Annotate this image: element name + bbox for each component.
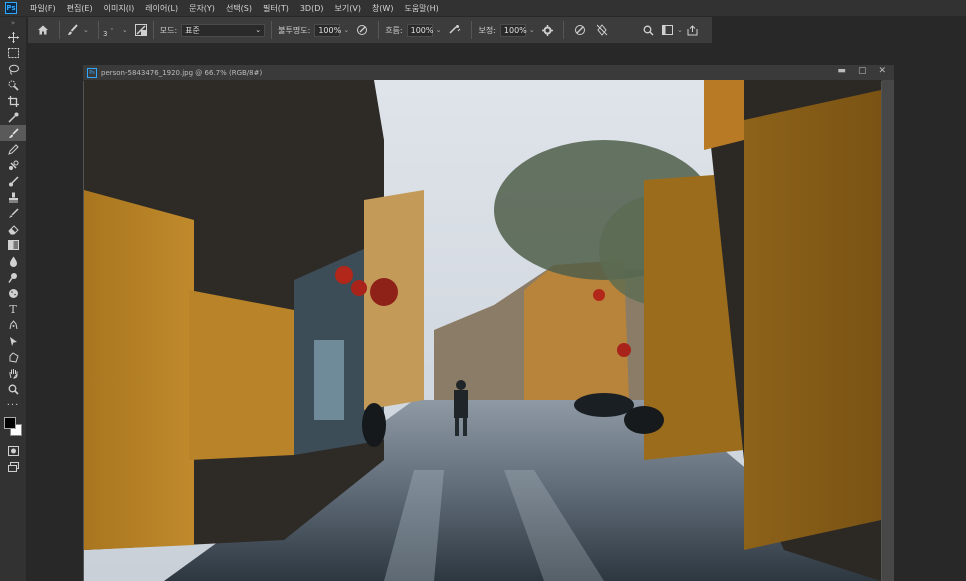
vertical-scrollbar[interactable] bbox=[882, 80, 894, 581]
gear-icon[interactable] bbox=[541, 24, 553, 36]
photoshop-logo-icon: Ps bbox=[5, 2, 17, 14]
chevron-down-icon[interactable]: ⌄ bbox=[529, 26, 535, 34]
menu-3d[interactable]: 3D(D) bbox=[295, 4, 330, 13]
lasso-tool-icon[interactable] bbox=[0, 61, 26, 77]
screen-mode-icon[interactable] bbox=[0, 459, 26, 475]
options-bar-right: ⌄ bbox=[643, 17, 698, 43]
smoothing-field[interactable]: 100% bbox=[499, 23, 527, 37]
type-tool-icon[interactable]: T bbox=[0, 301, 26, 317]
brush-preset-icon[interactable] bbox=[66, 23, 80, 37]
menu-edit[interactable]: 편집(E) bbox=[62, 3, 99, 14]
opacity-field[interactable]: 100% bbox=[314, 23, 342, 37]
menu-view[interactable]: 보기(V) bbox=[330, 3, 367, 14]
pencil-tool-icon[interactable] bbox=[0, 141, 26, 157]
pressure-opacity-icon[interactable] bbox=[356, 24, 368, 36]
workspace-icon[interactable] bbox=[662, 25, 673, 35]
chevron-down-icon[interactable]: ⌄ bbox=[343, 26, 349, 34]
move-tool-icon[interactable] bbox=[0, 29, 26, 45]
art-history-brush-icon[interactable] bbox=[0, 205, 26, 221]
chevron-down-icon[interactable]: ⌄ bbox=[677, 26, 683, 34]
window-controls: ▬ ▢ ✕ bbox=[837, 66, 886, 76]
eraser-tool-icon[interactable] bbox=[0, 221, 26, 237]
mode-value: 표준 bbox=[185, 25, 200, 35]
hand-tool-icon[interactable] bbox=[0, 365, 26, 381]
smoothing-label: 보정: bbox=[478, 25, 496, 35]
document-window: Ps person-5843476_1920.jpg @ 66.7% (RGB/… bbox=[83, 65, 894, 581]
close-icon[interactable]: ✕ bbox=[878, 66, 886, 76]
brush-size-value: 3 bbox=[103, 30, 108, 38]
blur-tool-icon[interactable] bbox=[0, 253, 26, 269]
brush-panel-icon[interactable] bbox=[134, 24, 147, 36]
path-select-tool-icon[interactable] bbox=[0, 333, 26, 349]
crop-tool-icon[interactable] bbox=[0, 93, 26, 109]
share-icon[interactable] bbox=[687, 24, 698, 36]
brush-tool-icon[interactable] bbox=[0, 125, 26, 141]
mode-label: 모드: bbox=[159, 25, 178, 35]
sponge-tool-icon[interactable] bbox=[0, 285, 26, 301]
menu-help[interactable]: 도움말(H) bbox=[399, 3, 444, 14]
smoothing-value: 100% bbox=[503, 25, 527, 35]
menu-file[interactable]: 파일(F) bbox=[25, 3, 62, 14]
marquee-tool-icon[interactable] bbox=[0, 45, 26, 61]
menu-bar: Ps 파일(F) 편집(E) 이미지(I) 레이어(L) 문자(Y) 선택(S)… bbox=[0, 0, 966, 16]
minimize-icon[interactable]: ▬ bbox=[837, 66, 846, 76]
canvas-image[interactable] bbox=[84, 80, 881, 581]
menu-image[interactable]: 이미지(I) bbox=[99, 3, 141, 14]
chevron-down-icon[interactable]: ⌄ bbox=[436, 26, 442, 34]
foreground-color-swatch[interactable] bbox=[4, 417, 16, 429]
more-tools-icon[interactable]: ··· bbox=[0, 397, 26, 413]
shape-tool-icon[interactable] bbox=[0, 349, 26, 365]
chevron-down-icon[interactable]: ⌄ bbox=[83, 26, 89, 34]
restore-icon[interactable]: ▢ bbox=[858, 66, 867, 76]
clone-stamp-tool-icon[interactable] bbox=[0, 157, 26, 173]
document-title: person-5843476_1920.jpg @ 66.7% (RGB/8#) bbox=[101, 68, 263, 77]
dodge-tool-icon[interactable] bbox=[0, 269, 26, 285]
opacity-label: 불투명도: bbox=[278, 25, 311, 35]
history-brush-tool-icon[interactable] bbox=[0, 173, 26, 189]
flow-field[interactable]: 100% bbox=[406, 23, 434, 37]
eyedropper-tool-icon[interactable] bbox=[0, 109, 26, 125]
options-bar: ⌄ · ⌄ 모드: 표준 ⌄ 불투명도: 100% ⌄ 흐름: 100% ⌄ 보… bbox=[28, 17, 712, 43]
home-icon[interactable] bbox=[33, 20, 53, 40]
menu-type[interactable]: 문자(Y) bbox=[184, 3, 221, 14]
pen-tool-icon[interactable] bbox=[0, 317, 26, 333]
flow-label: 흐름: bbox=[385, 25, 403, 35]
menu-select[interactable]: 선택(S) bbox=[221, 3, 258, 14]
menu-filter[interactable]: 필터(T) bbox=[258, 3, 295, 14]
menu-window[interactable]: 창(W) bbox=[367, 3, 400, 14]
quick-select-tool-icon[interactable] bbox=[0, 77, 26, 93]
color-swatches[interactable] bbox=[0, 413, 26, 443]
gradient-tool-icon[interactable] bbox=[0, 237, 26, 253]
zoom-tool-icon[interactable] bbox=[0, 381, 26, 397]
document-tab[interactable]: Ps person-5843476_1920.jpg @ 66.7% (RGB/… bbox=[83, 65, 894, 81]
opacity-value: 100% bbox=[318, 25, 342, 35]
search-icon[interactable] bbox=[643, 25, 654, 36]
street-photo-image bbox=[84, 80, 881, 581]
chevron-down-icon: ⌄ bbox=[255, 26, 262, 34]
flow-value: 100% bbox=[410, 25, 434, 35]
menu-layer[interactable]: 레이어(L) bbox=[140, 3, 184, 14]
mode-select[interactable]: 표준 ⌄ bbox=[181, 23, 266, 37]
panel-grip-icon[interactable]: » bbox=[0, 17, 26, 29]
airbrush-icon[interactable] bbox=[448, 24, 461, 36]
tools-panel: » T ··· bbox=[0, 17, 26, 581]
quick-mask-icon[interactable] bbox=[0, 443, 26, 459]
pressure-size-icon[interactable] bbox=[574, 24, 586, 36]
symmetry-icon[interactable] bbox=[596, 24, 608, 36]
document-file-icon: Ps bbox=[87, 67, 97, 78]
stamp-tool-icon[interactable] bbox=[0, 189, 26, 205]
chevron-down-icon[interactable]: ⌄ bbox=[122, 26, 128, 34]
